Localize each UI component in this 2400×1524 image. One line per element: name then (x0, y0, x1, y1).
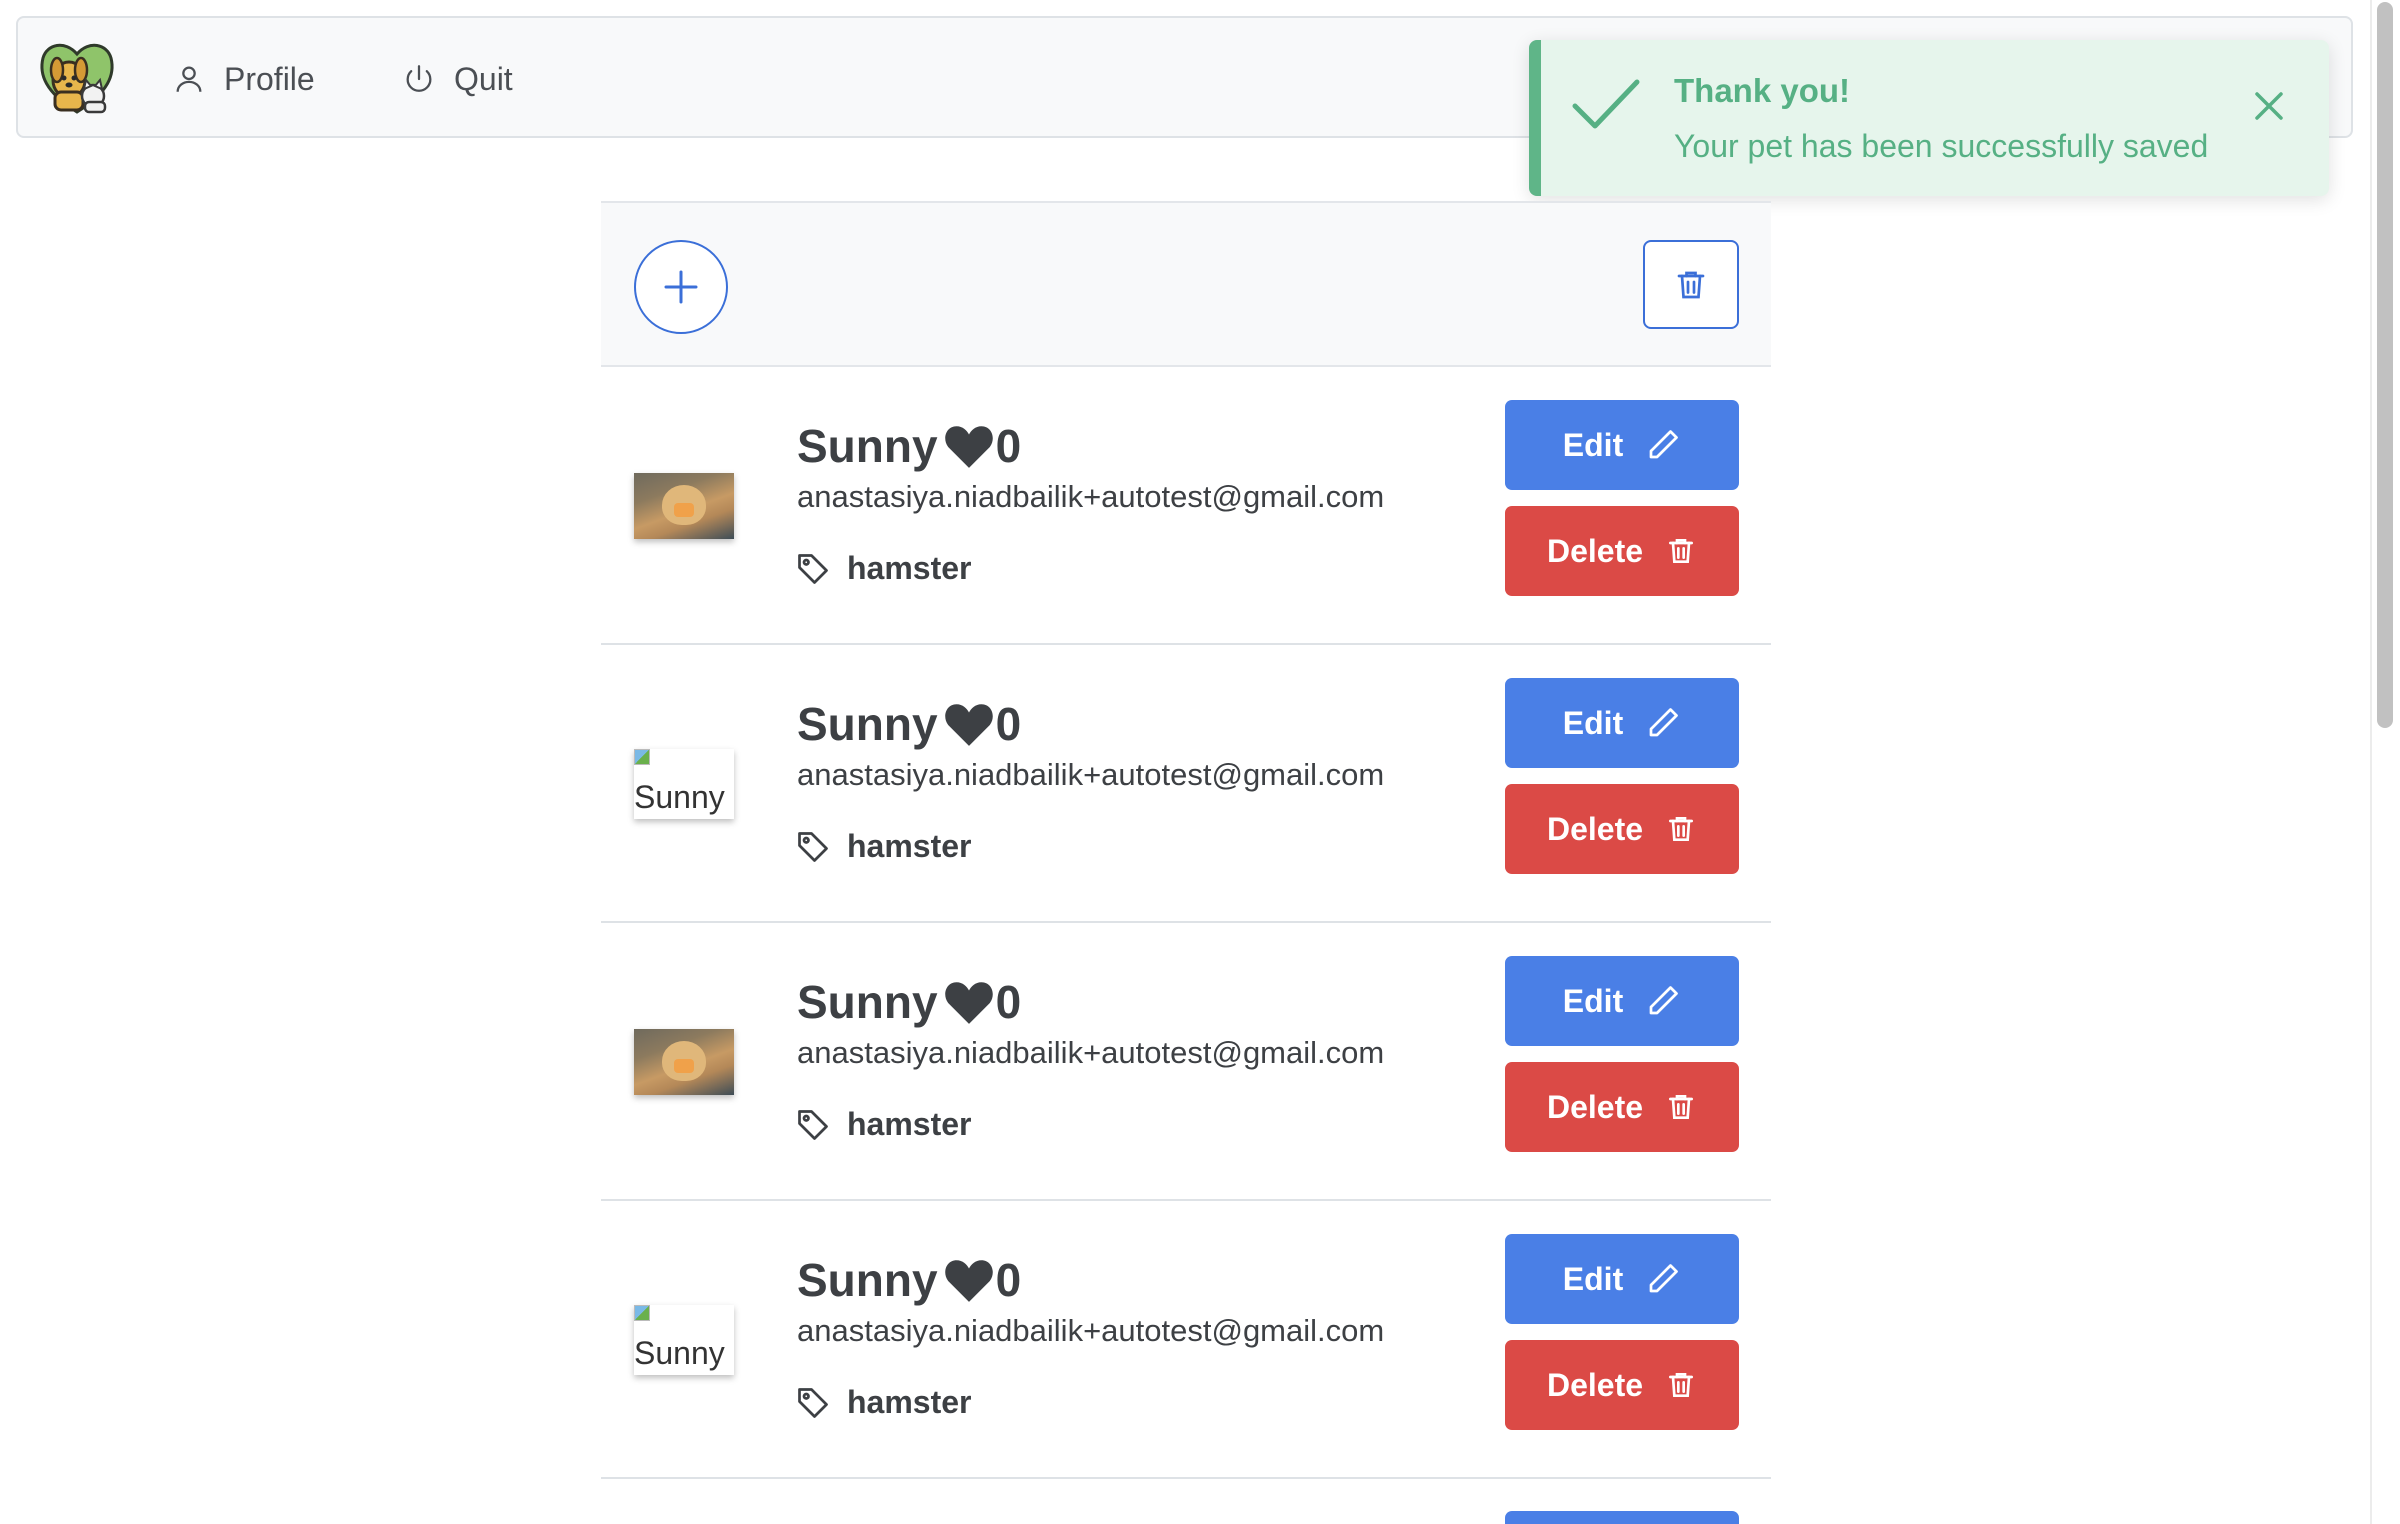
hamster-photo (634, 473, 734, 539)
pet-name: Sunny 0 (797, 697, 1021, 751)
image-alt-text: Sunny (634, 1335, 725, 1371)
pet-likes-count: 0 (995, 698, 1022, 750)
trash-icon (1669, 1373, 1694, 1397)
toast-title: Thank you! (1674, 72, 1851, 109)
hamster-photo (634, 1029, 734, 1095)
pet-owner-email: anastasiya.niadbailik+autotest@gmail.com (797, 1035, 1385, 1070)
nav-profile-label: Profile (224, 60, 315, 97)
broken-image-icon (634, 749, 650, 765)
delete-pet-button[interactable]: Delete (1505, 1340, 1739, 1430)
edit-pet-button[interactable]: Edit (1505, 1234, 1739, 1324)
broken-image: Sunny (634, 749, 734, 819)
pet-owner-email: anastasiya.niadbailik+autotest@gmail.com (797, 1313, 1385, 1348)
tag-icon (798, 831, 828, 862)
pet-owner-email: anastasiya.niadbailik+autotest@gmail.com (797, 757, 1385, 792)
trash-icon (1669, 1095, 1694, 1119)
edit-button-label: Edit (1562, 1260, 1624, 1297)
pet-type-label: hamster (847, 550, 972, 586)
pet-thumbnail (634, 1029, 734, 1095)
pet-type-tag: hamster (795, 550, 972, 587)
heart-icon (944, 982, 993, 1024)
close-icon[interactable] (2249, 86, 2289, 126)
pet-row: Sunny 0 anastasiya.niadbailik+autotest@g… (601, 367, 1771, 645)
pets-panel: Sunny 0 anastasiya.niadbailik+autotest@g… (601, 201, 1771, 1524)
edit-pet-button-partial[interactable] (1505, 1511, 1739, 1524)
nav-profile-link[interactable]: Profile (172, 18, 315, 140)
pet-type-tag: hamster (795, 1106, 972, 1143)
tag-icon (798, 1109, 828, 1140)
plus-icon (664, 270, 698, 304)
heart-icon (944, 704, 993, 746)
scrollbar[interactable] (2370, 0, 2400, 1524)
delete-button-label: Delete (1546, 810, 1644, 847)
edit-button-label: Edit (1562, 704, 1624, 741)
pet-likes-count: 0 (995, 420, 1022, 472)
delete-pet-button[interactable]: Delete (1505, 784, 1739, 874)
pet-likes-count: 0 (995, 1254, 1022, 1306)
trash-icon (1677, 271, 1705, 298)
add-pet-button[interactable] (634, 240, 728, 334)
tag-icon (798, 1387, 828, 1418)
pet-name: Sunny 0 (797, 419, 1021, 473)
pet-thumbnail (634, 473, 734, 539)
delete-all-button[interactable] (1643, 240, 1739, 329)
trash-icon (1669, 817, 1694, 841)
power-icon (406, 65, 432, 92)
pet-likes-count: 0 (995, 976, 1022, 1028)
nav-quit-link[interactable]: Quit (402, 18, 513, 140)
broken-image: Sunny (634, 1305, 734, 1375)
pet-thumbnail: Sunny (634, 1305, 734, 1375)
pencil-icon (1649, 1264, 1679, 1293)
edit-pet-button[interactable]: Edit (1505, 678, 1739, 768)
pencil-icon (1649, 708, 1679, 737)
pet-type-tag: hamster (795, 1384, 972, 1421)
heart-icon (944, 426, 993, 468)
success-toast: Thank you! Your pet has been successfull… (1529, 40, 2329, 196)
edit-pet-button[interactable]: Edit (1505, 400, 1739, 490)
pet-type-label: hamster (847, 1106, 972, 1142)
pet-owner-email: anastasiya.niadbailik+autotest@gmail.com (797, 479, 1385, 514)
person-icon (176, 66, 202, 92)
pet-name-text: Sunny (797, 698, 938, 750)
pet-name: Sunny 0 (797, 1253, 1021, 1307)
pet-row: Sunny Sunny 0 anastasiya.niadbailik+auto… (601, 1201, 1771, 1479)
pet-name: Sunny 0 (797, 975, 1021, 1029)
image-alt-text: Sunny (634, 779, 725, 815)
pet-row: Sunny Sunny 0 anastasiya.niadbailik+auto… (601, 645, 1771, 923)
pets-toolbar (601, 201, 1771, 367)
pet-type-label: hamster (847, 1384, 972, 1420)
toast-accent-bar (1529, 40, 1541, 196)
nav-quit-label: Quit (454, 60, 513, 97)
checkmark-icon (1571, 74, 1641, 139)
pet-name-text: Sunny (797, 976, 938, 1028)
broken-image-icon (634, 1305, 650, 1321)
scrollbar-thumb[interactable] (2377, 2, 2393, 728)
pet-row: Sunny 0 anastasiya.niadbailik+autotest@g… (601, 923, 1771, 1201)
delete-button-label: Delete (1546, 1366, 1644, 1403)
heart-icon (944, 1260, 993, 1302)
pencil-icon (1649, 430, 1679, 459)
trash-icon (1669, 539, 1694, 563)
delete-pet-button[interactable]: Delete (1505, 1062, 1739, 1152)
pet-type-label: hamster (847, 828, 972, 864)
pet-type-tag: hamster (795, 828, 972, 865)
edit-button-label: Edit (1562, 982, 1624, 1019)
tag-icon (798, 553, 828, 584)
pet-name-text: Sunny (797, 420, 938, 472)
toast-message: Your pet has been successfully saved (1674, 128, 2209, 164)
delete-button-label: Delete (1546, 1088, 1644, 1125)
pencil-icon (1649, 986, 1679, 1015)
pet-thumbnail: Sunny (634, 749, 734, 819)
delete-pet-button[interactable]: Delete (1505, 506, 1739, 596)
delete-button-label: Delete (1546, 532, 1644, 569)
pets-logo-icon[interactable] (35, 34, 119, 118)
pet-name-text: Sunny (797, 1254, 938, 1306)
edit-pet-button[interactable]: Edit (1505, 956, 1739, 1046)
edit-button-label: Edit (1562, 426, 1624, 463)
